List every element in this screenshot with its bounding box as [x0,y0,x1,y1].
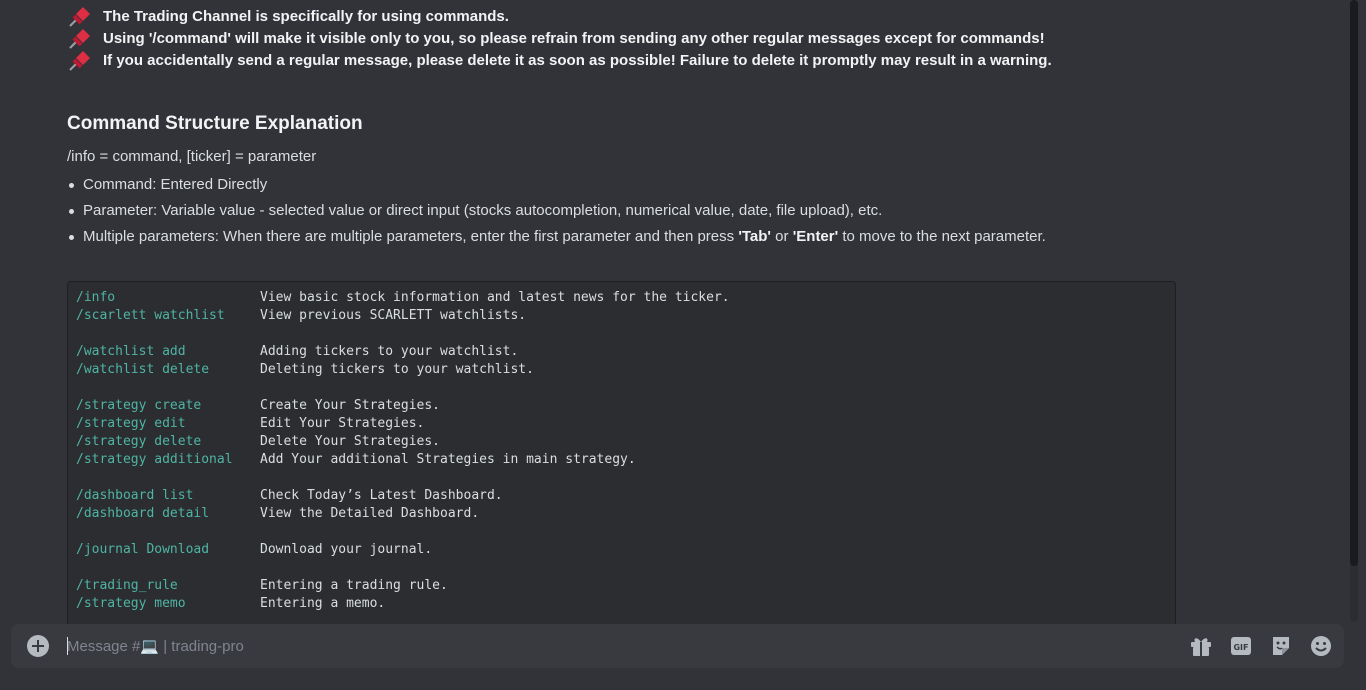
rule-line: The Trading Channel is specifically for … [67,6,1052,28]
bullet-text: Command: Entered Directly [83,176,268,193]
command-description: Entering a memo. [260,596,386,611]
command-description: Adding tickers to your watchlist. [260,344,519,359]
sticker-icon[interactable] [1269,635,1293,657]
command-description: View previous SCARLETT watchlists. [260,308,527,323]
list-item: Parameter: Variable value - selected val… [67,198,1046,224]
message-composer: GIF [11,624,1344,668]
command-description: Create Your Strategies. [260,398,441,413]
command-code-block: /info View basic stock information and la… [67,281,1176,633]
pushpin-icon [67,50,93,72]
rule-line: Using '/command' will make it visible on… [67,28,1052,50]
rule-text: If you accidentally send a regular messa… [103,52,1052,69]
gift-icon[interactable] [1189,635,1213,657]
command-name: /watchlist delete [76,362,210,377]
pushpin-icon [67,6,93,28]
command-name: /strategy edit [76,416,186,431]
command-name: /dashboard list [76,488,194,503]
command-name: /dashboard detail [76,506,210,521]
enter-key-text: 'Enter' [792,228,839,245]
message-input[interactable] [67,624,1167,668]
bullet-text: Multiple parameters: When there are mult… [83,228,739,245]
command-name: /strategy create [76,398,202,413]
bullet-text: or [771,228,793,245]
section-heading: Command Structure Explanation [67,113,363,134]
rule-text: The Trading Channel is specifically for … [103,8,509,25]
command-name: /strategy memo [76,596,186,611]
command-description: View basic stock information and latest … [260,290,730,305]
command-description: Download your journal. [260,542,433,557]
svg-text:GIF: GIF [1233,643,1248,652]
bullet-text: Parameter: Variable value - selected val… [83,202,883,219]
list-item: Command: Entered Directly [67,172,1046,198]
explanation-list: Command: Entered Directly Parameter: Var… [67,172,1046,250]
command-name: /watchlist add [76,344,186,359]
tab-key-text: 'Tab' [738,228,772,245]
pushpin-icon [67,28,93,50]
command-name: /journal Download [76,542,210,557]
command-description: Delete Your Strategies. [260,434,441,449]
add-attachment-button[interactable] [27,635,49,657]
command-name: /scarlett watchlist [76,308,225,323]
command-description: Edit Your Strategies. [260,416,425,431]
rule-line: If you accidentally send a regular messa… [67,50,1052,72]
command-name: /strategy delete [76,434,202,449]
scrollbar-thumb[interactable] [1350,0,1358,566]
app-window: The Trading Channel is specifically for … [0,0,1366,690]
rules-list: The Trading Channel is specifically for … [67,6,1052,72]
text-caret [67,637,68,655]
command-description: Deleting tickers to your watchlist. [260,362,534,377]
rule-text: Using '/command' will make it visible on… [103,30,1045,47]
command-description: Add Your additional Strategies in main s… [260,452,636,467]
command-description: Check Today’s Latest Dashboard. [260,488,503,503]
command-description: Entering a trading rule. [260,578,448,593]
command-definition: /info = command, [ticker] = parameter [67,148,317,165]
gif-icon[interactable]: GIF [1229,635,1253,657]
list-item: Multiple parameters: When there are mult… [67,224,1046,250]
command-description: View the Detailed Dashboard. [260,506,480,521]
command-name: /trading_rule [76,578,178,593]
bullet-text: to move to the next parameter. [838,228,1046,245]
command-name: /strategy additional [76,452,233,467]
message-content: The Trading Channel is specifically for … [0,0,1350,690]
command-name: /info [76,290,116,305]
emoji-icon[interactable] [1309,635,1333,657]
